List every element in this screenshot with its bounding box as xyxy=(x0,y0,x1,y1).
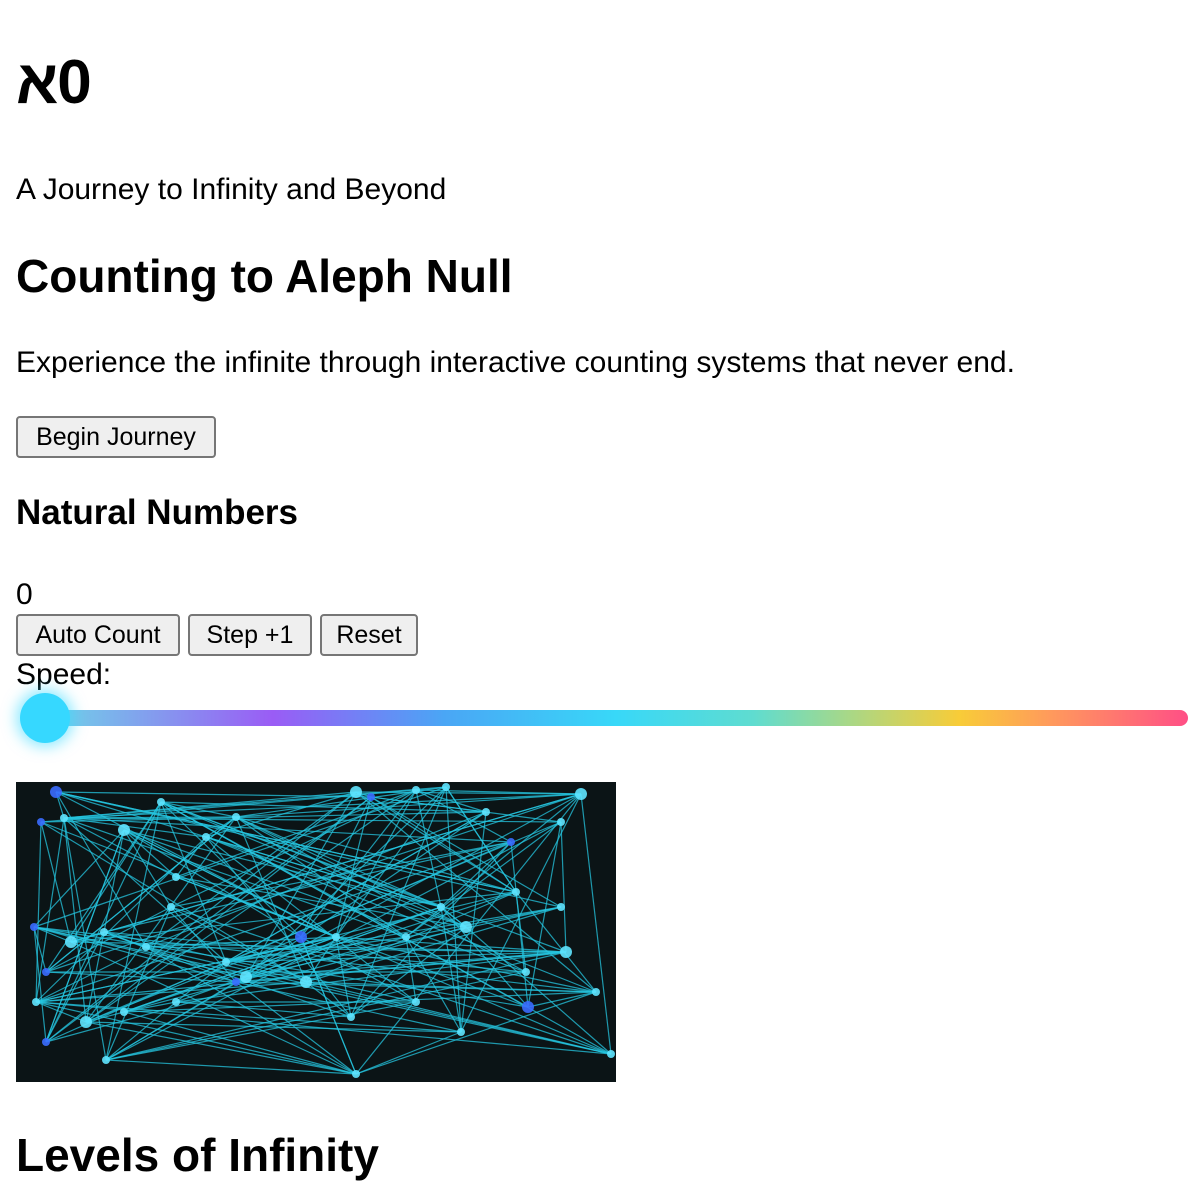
network-edge xyxy=(205,836,417,1003)
section-title: Counting to Aleph Null xyxy=(16,250,513,302)
network-node xyxy=(157,798,165,806)
network-edge xyxy=(515,891,597,993)
network-node xyxy=(482,808,490,816)
network-node xyxy=(352,1070,360,1078)
network-node xyxy=(402,933,410,941)
network-graph xyxy=(30,783,615,1078)
aleph-subscript: 0 xyxy=(57,48,91,117)
network-node xyxy=(607,1050,615,1058)
network-edge xyxy=(460,793,582,1033)
network-node xyxy=(557,818,565,826)
network-node xyxy=(332,933,340,941)
network-node xyxy=(202,833,210,841)
network-edge xyxy=(123,1011,357,1075)
network-node xyxy=(442,783,450,791)
network-node xyxy=(560,946,572,958)
counter-value: 0 xyxy=(16,578,33,611)
reset-button[interactable]: Reset xyxy=(320,614,418,656)
network-node xyxy=(437,903,445,911)
logo: א0 xyxy=(16,48,92,117)
network-node xyxy=(512,888,520,896)
network-node xyxy=(557,903,565,911)
network-node xyxy=(457,1028,465,1036)
network-node xyxy=(118,824,130,836)
network-node xyxy=(232,978,240,986)
network-node xyxy=(65,936,77,948)
speed-label: Speed: xyxy=(16,658,112,691)
network-node xyxy=(522,968,530,976)
network-node xyxy=(460,921,472,933)
network-node xyxy=(347,1013,355,1021)
network-node xyxy=(142,943,150,951)
network-edge xyxy=(335,789,417,938)
network-node xyxy=(30,923,38,931)
network-node xyxy=(80,1016,92,1028)
network-node xyxy=(575,788,587,800)
network-node xyxy=(100,928,108,936)
begin-journey-button[interactable]: Begin Journey xyxy=(16,416,216,458)
network-node xyxy=(120,1008,128,1016)
network-edge xyxy=(145,946,612,1055)
step-button[interactable]: Step +1 xyxy=(188,614,312,656)
network-node xyxy=(412,786,420,794)
network-node xyxy=(295,931,307,943)
speed-slider-track[interactable] xyxy=(44,710,1188,726)
network-edge xyxy=(355,1031,462,1075)
network-node xyxy=(37,818,45,826)
network-node xyxy=(592,988,600,996)
network-edge xyxy=(63,817,407,938)
network-node xyxy=(507,838,515,846)
speed-slider-thumb[interactable] xyxy=(20,693,70,743)
network-node xyxy=(522,1001,534,1013)
network-node xyxy=(32,998,40,1006)
network-node xyxy=(172,873,180,881)
network-edge xyxy=(225,811,487,963)
network-node xyxy=(102,1056,110,1064)
network-node xyxy=(42,968,50,976)
levels-title: Levels of Infinity xyxy=(16,1129,379,1181)
network-node xyxy=(60,814,68,822)
network-node xyxy=(232,813,240,821)
network-node xyxy=(350,786,362,798)
natural-numbers-title: Natural Numbers xyxy=(16,493,299,532)
network-node xyxy=(240,971,252,983)
network-node xyxy=(367,793,375,801)
network-node xyxy=(222,958,230,966)
aleph-symbol: א xyxy=(16,48,58,117)
tagline: A Journey to Infinity and Beyond xyxy=(16,173,447,206)
network-edge xyxy=(560,821,567,953)
network-node xyxy=(50,786,62,798)
auto-count-button[interactable]: Auto Count xyxy=(16,614,180,656)
network-node xyxy=(172,998,180,1006)
network-node xyxy=(42,1038,50,1046)
network-image xyxy=(16,782,616,1082)
network-node xyxy=(167,903,175,911)
section-intro: Experience the infinite through interact… xyxy=(16,346,1015,379)
network-node xyxy=(412,998,420,1006)
network-node xyxy=(300,976,312,988)
network-edge xyxy=(355,991,597,1075)
network-edge xyxy=(580,793,612,1055)
